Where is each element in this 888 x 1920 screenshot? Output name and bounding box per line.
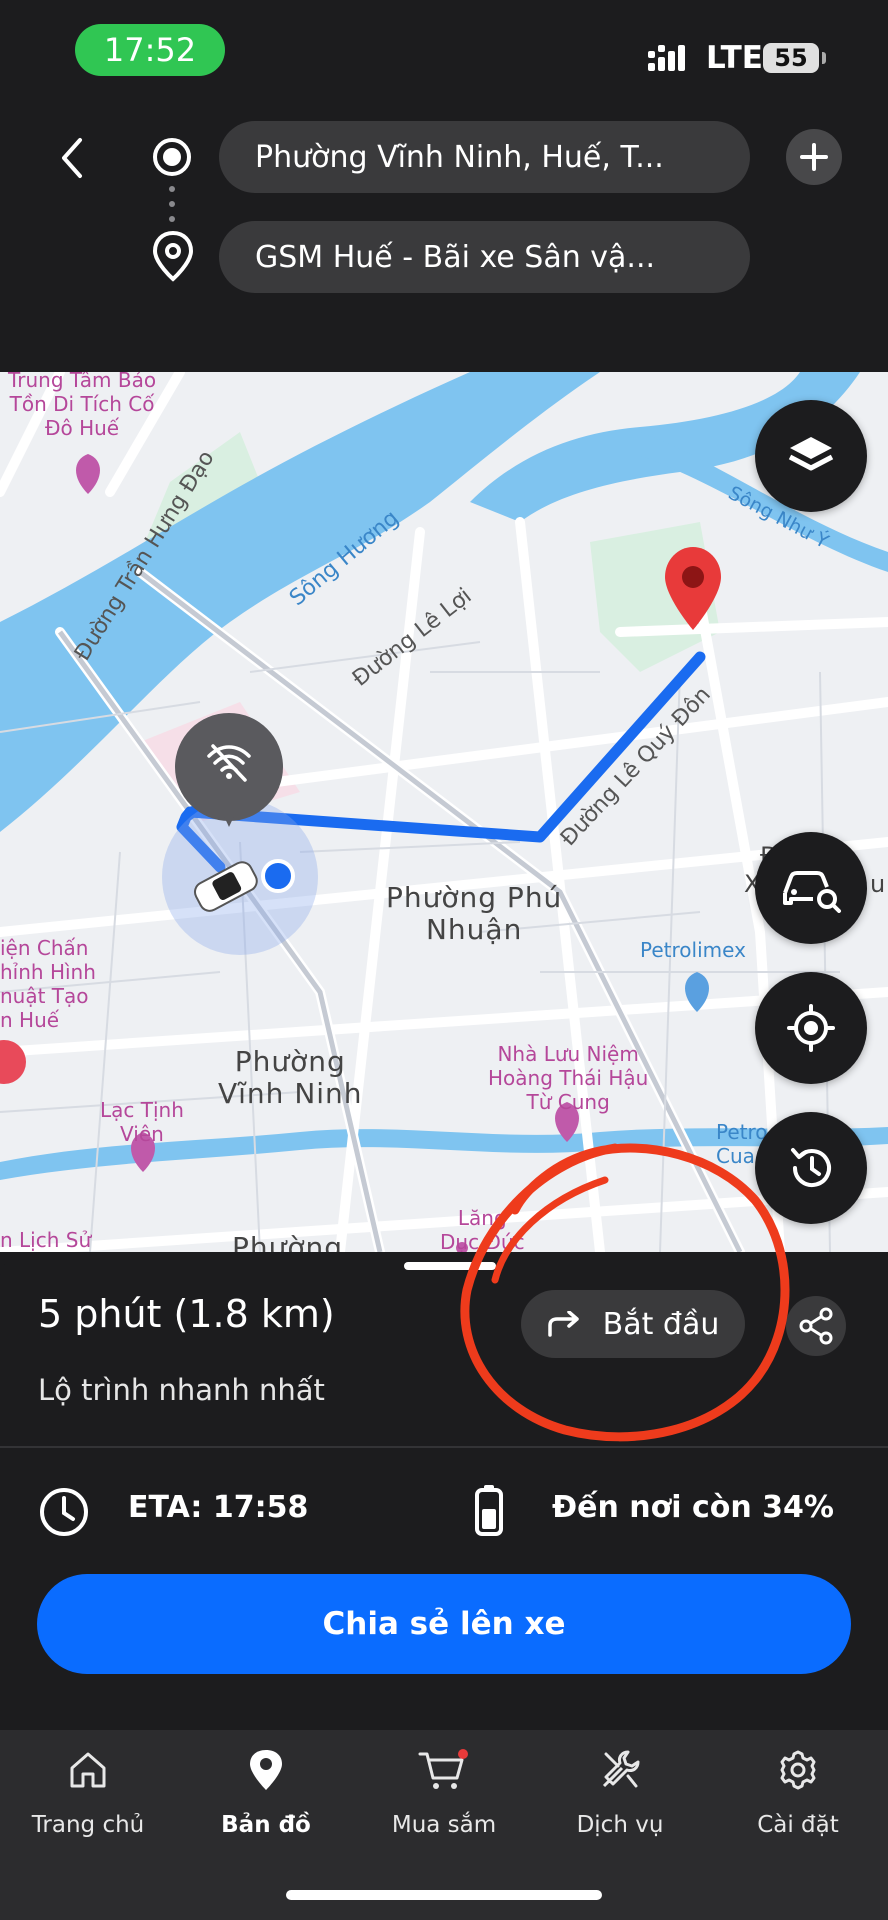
origin-icon xyxy=(153,138,191,176)
nav-label: Cài đặt xyxy=(757,1812,839,1838)
route-connector-dot xyxy=(169,201,175,207)
signal-icon xyxy=(648,45,685,71)
share-to-car-label: Chia sẻ lên xe xyxy=(322,1606,566,1642)
poi-lac-tinh-vien-label: Lạc Tịnh Viên xyxy=(100,1098,184,1146)
add-stop-button[interactable] xyxy=(786,129,842,185)
nav-item-settings[interactable]: Cài đặt xyxy=(710,1748,886,1838)
share-to-car-button[interactable]: Chia sẻ lên xe xyxy=(37,1574,851,1674)
route-connector-dot xyxy=(169,186,175,192)
gear-icon xyxy=(780,1750,816,1790)
destination-field[interactable]: GSM Huế - Bãi xe Sân vậ... xyxy=(219,221,750,293)
district-phu-nhuan-label: Phường Phú Nhuận xyxy=(386,881,563,946)
plus-icon xyxy=(800,143,828,171)
district-vinh-ninh-label: Phường Vĩnh Ninh xyxy=(218,1045,363,1110)
sheet-divider xyxy=(0,1446,888,1448)
nav-label: Mua sắm xyxy=(391,1812,497,1838)
home-icon xyxy=(70,1752,106,1788)
battery-tip xyxy=(822,52,826,64)
map-view[interactable]: Trung Tâm Bảo Tồn Di Tích Cố Đô Huế Đường … xyxy=(0,372,888,1252)
route-duration: 5 phút (1.8 km) xyxy=(38,1292,335,1336)
back-button[interactable] xyxy=(52,132,92,184)
district-bottom-label: Phường xyxy=(232,1231,344,1253)
cart-icon xyxy=(418,1749,468,1789)
no-signal-icon xyxy=(207,744,251,782)
map-layers-button[interactable] xyxy=(755,400,867,512)
partial-label: u xyxy=(870,870,887,898)
nav-label: Dịch vụ xyxy=(576,1812,664,1838)
poi-museum-label: iện Chấn hỉnh Hình nuật Tạo n Huế xyxy=(0,936,96,1032)
home-indicator xyxy=(286,1890,602,1900)
poi-lich-su-label: n Lịch Sử xyxy=(0,1228,92,1252)
arrival-battery-text: Đến nơi còn 34% xyxy=(552,1490,834,1525)
map-pin-icon xyxy=(250,1750,282,1790)
nav-item-home[interactable]: Trang chủ xyxy=(0,1748,176,1838)
status-time: 17:52 xyxy=(75,24,225,76)
eta-text: ETA: 17:58 xyxy=(128,1490,309,1525)
route-type: Lộ trình nhanh nhất xyxy=(38,1373,325,1407)
nav-item-shopping[interactable]: Mua sắm xyxy=(356,1748,532,1838)
layers-icon xyxy=(788,437,834,471)
nav-label: Bản đồ xyxy=(221,1812,311,1838)
poi-hoang-thai-hau-label: Nhà Lưu Niệm Hoàng Thái Hậu Từ Cung xyxy=(488,1042,649,1114)
battery-icon xyxy=(475,1485,503,1536)
destination-pin-icon xyxy=(152,230,194,282)
crosshair-icon xyxy=(787,1004,835,1052)
tools-icon xyxy=(602,1750,640,1788)
poi-conservation-label: Trung Tâm Bảo Tồn Di Tích Cố Đô Huế xyxy=(8,372,157,440)
nav-item-map[interactable]: Bản đồ xyxy=(178,1748,354,1838)
find-car-button[interactable] xyxy=(755,832,867,944)
annotation-circle xyxy=(460,1143,790,1442)
clock-icon xyxy=(40,1488,88,1536)
battery-level: 55 xyxy=(763,43,819,73)
notification-dot xyxy=(458,1749,468,1759)
nav-label: Trang chủ xyxy=(31,1812,145,1838)
route-connector-dot xyxy=(169,216,175,222)
nav-item-services[interactable]: Dịch vụ xyxy=(532,1748,708,1838)
origin-field[interactable]: Phường Vĩnh Ninh, Huế, T... xyxy=(219,121,750,193)
network-type: LTE xyxy=(706,40,763,76)
poi-petrolimex-label: Petrolimex xyxy=(640,938,746,962)
my-location-button[interactable] xyxy=(755,972,867,1084)
car-search-icon xyxy=(783,871,841,913)
